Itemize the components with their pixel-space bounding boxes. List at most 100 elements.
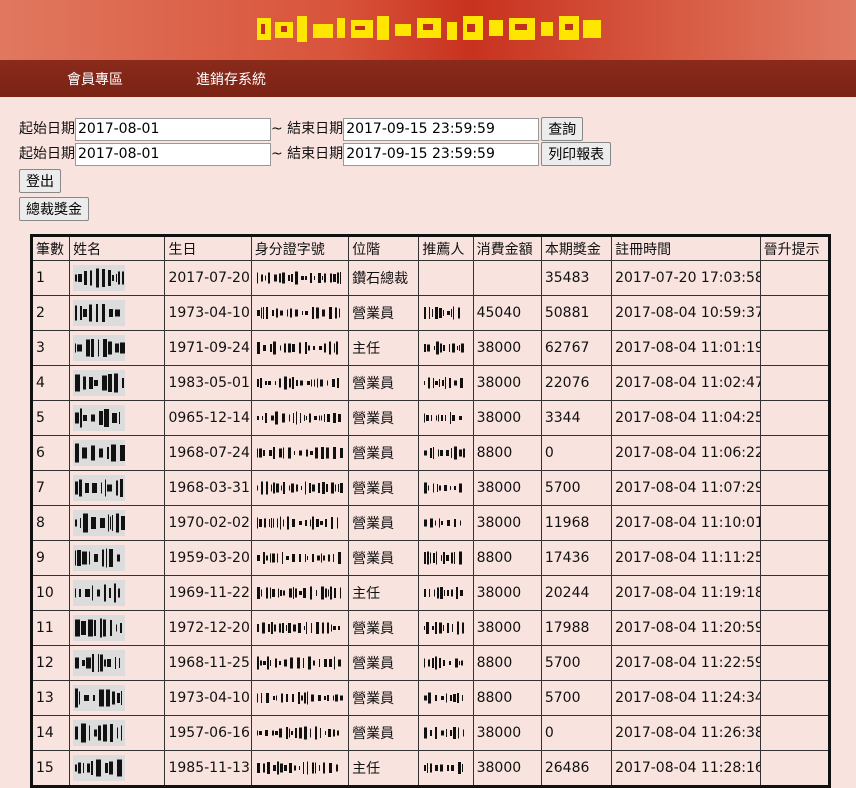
row-bonus: 5700: [540, 645, 613, 681]
print-end-date-input[interactable]: [343, 142, 540, 166]
row-registered: 2017-08-04 11:19:18: [611, 575, 761, 611]
redaction-mark: [422, 510, 466, 536]
row-registered: 2017-08-04 11:01:19: [611, 330, 761, 366]
start-date-input[interactable]: [75, 117, 271, 141]
row-birthday: 1968-11-25: [164, 645, 252, 681]
row-rank: 營業員: [348, 505, 420, 541]
row-birthday: 0965-12-14: [164, 400, 252, 436]
row-name-redacted: [69, 470, 166, 506]
end-date-input[interactable]: [343, 117, 540, 141]
row-spend: 8800: [472, 680, 542, 716]
redaction-mark: [255, 300, 343, 326]
redaction-mark: [255, 370, 343, 396]
col-header-promotion: 晉升提示: [759, 235, 831, 261]
row-spend: 8800: [472, 645, 542, 681]
row-no: 4: [30, 365, 71, 401]
redaction-mark: [255, 475, 343, 501]
row-bonus: 22076: [540, 365, 613, 401]
row-referrer-redacted: [418, 540, 474, 576]
row-promotion: [759, 575, 831, 611]
col-header-birthday: 生日: [164, 235, 252, 261]
print-end-date-label: ~ 結束日期: [271, 146, 344, 162]
row-registered: 2017-08-04 11:26:38: [611, 715, 761, 751]
table-row: 8 1970-02-02 營業員 38000 11968 2017-08-04 11:10…: [30, 505, 831, 541]
row-rank: 營業員: [348, 365, 420, 401]
redaction-mark: [422, 440, 466, 466]
print-form: 起始日期 ~ 結束日期 列印報表: [19, 142, 612, 166]
redaction-mark: [422, 335, 466, 361]
row-registered: 2017-08-04 11:22:59: [611, 645, 761, 681]
row-bonus: 5700: [540, 470, 613, 506]
row-id-redacted: [250, 610, 350, 646]
row-registered: 2017-08-04 11:11:25: [611, 540, 761, 576]
row-no: 10: [30, 575, 71, 611]
row-bonus: 11968: [540, 505, 613, 541]
row-promotion: [759, 610, 831, 646]
row-birthday: 1968-03-31: [164, 470, 252, 506]
row-registered: 2017-08-04 11:06:22: [611, 435, 761, 471]
redaction-mark: [255, 510, 343, 536]
row-spend: 38000: [472, 505, 542, 541]
print-report-button[interactable]: 列印報表: [541, 142, 612, 166]
row-spend: 38000: [472, 715, 542, 751]
member-table: 筆數 姓名 生日 身分證字號 位階 推薦人 消費金額 本期獎金 註冊時間 晉升提…: [30, 234, 831, 788]
row-name-redacted: [69, 435, 166, 471]
row-rank: 營業員: [348, 715, 420, 751]
row-referrer-redacted: [418, 400, 474, 436]
table-row: 10 1969-11-22 主任 38000 20244 2017-08-04 11:19…: [30, 575, 831, 611]
start-date-label: 起始日期: [19, 121, 75, 137]
redaction-mark: [255, 650, 343, 676]
print-start-date-input[interactable]: [75, 142, 271, 166]
redaction-mark: [255, 720, 343, 746]
row-spend: 38000: [472, 610, 542, 646]
row-promotion: [759, 505, 831, 541]
row-referrer-redacted: [418, 750, 474, 787]
row-rank: 營業員: [348, 540, 420, 576]
row-promotion: [759, 470, 831, 506]
nav-inventory-system[interactable]: 進銷存系統: [196, 69, 266, 89]
redaction-mark: [255, 335, 343, 361]
site-logo-redacted: [255, 14, 605, 44]
table-row: 14 1957-06-16 營業員 38000 0 2017-08-04 11:26:38: [30, 715, 831, 751]
logout-button[interactable]: 登出: [19, 169, 61, 193]
row-id-redacted: [250, 260, 350, 296]
redaction-mark: [73, 300, 126, 326]
col-header-id-number: 身分證字號: [250, 235, 350, 261]
nav-member-area[interactable]: 會員專區: [67, 69, 123, 89]
redaction-mark: [73, 615, 126, 641]
col-header-bonus: 本期獎金: [540, 235, 613, 261]
row-birthday: 1971-09-24: [164, 330, 252, 366]
row-rank: 營業員: [348, 435, 420, 471]
row-spend: [472, 260, 542, 296]
row-bonus: 3344: [540, 400, 613, 436]
query-button[interactable]: 查詢: [541, 117, 584, 141]
row-id-redacted: [250, 645, 350, 681]
row-promotion: [759, 295, 831, 331]
table-row: 5 0965-12-14 營業員 38000 3344 2017-08-04 11:04:…: [30, 400, 831, 436]
president-bonus-button[interactable]: 總裁獎金: [19, 197, 89, 221]
row-no: 9: [30, 540, 71, 576]
redaction-mark: [422, 615, 466, 641]
row-bonus: 0: [540, 715, 613, 751]
col-header-referrer: 推薦人: [418, 235, 474, 261]
row-spend: 38000: [472, 330, 542, 366]
redaction-mark: [255, 685, 343, 711]
row-registered: 2017-08-04 11:04:25: [611, 400, 761, 436]
redaction-mark: [422, 580, 466, 606]
row-referrer-redacted: [418, 680, 474, 716]
row-promotion: [759, 330, 831, 366]
row-id-redacted: [250, 435, 350, 471]
row-referrer-redacted: [418, 260, 474, 296]
header-banner: [0, 0, 856, 60]
row-rank: 營業員: [348, 400, 420, 436]
redaction-mark: [73, 475, 126, 501]
redaction-mark: [255, 755, 343, 781]
redaction-mark: [422, 370, 466, 396]
table-row: 9 1959-03-20 營業員 8800 17436 2017-08-04 11:11:…: [30, 540, 831, 576]
row-rank: 營業員: [348, 645, 420, 681]
row-rank: 主任: [348, 750, 420, 787]
row-no: 11: [30, 610, 71, 646]
row-promotion: [759, 715, 831, 751]
row-id-redacted: [250, 575, 350, 611]
redaction-mark: [422, 650, 466, 676]
